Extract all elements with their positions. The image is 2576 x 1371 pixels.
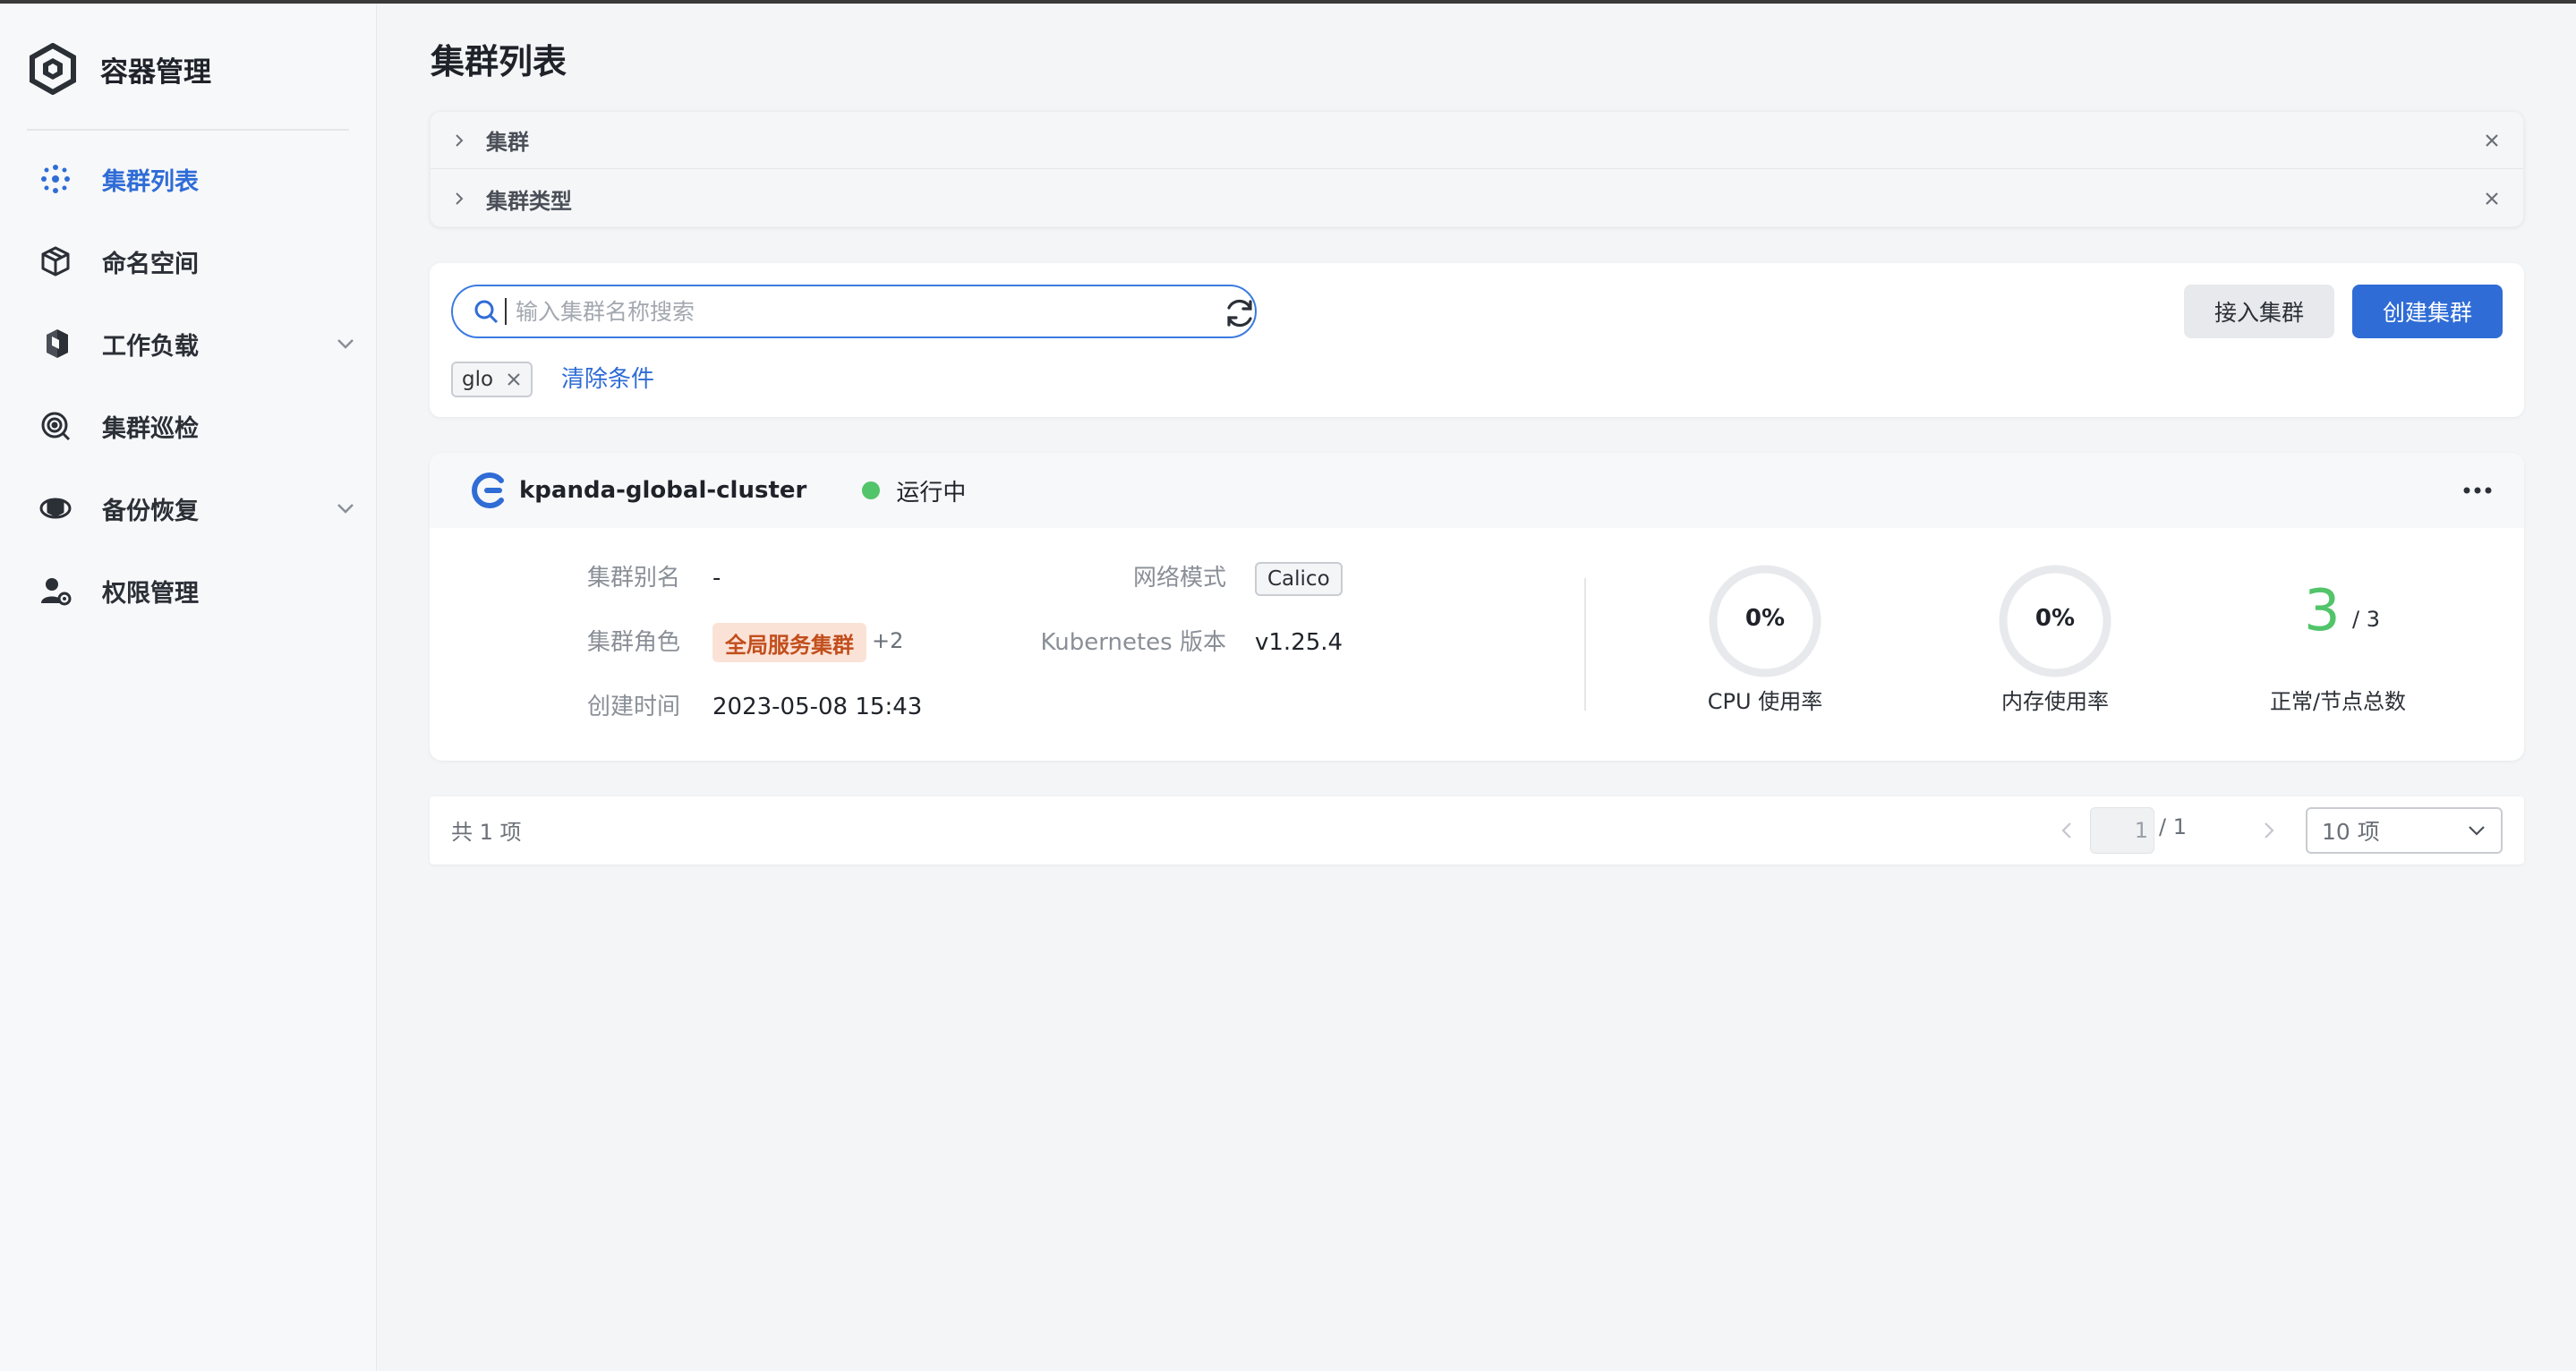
sidebar-item-permission[interactable]: 权限管理: [27, 549, 358, 632]
cpu-usage-value: 0%: [1744, 605, 1786, 632]
memory-usage-value: 0%: [2034, 605, 2076, 632]
cpu-gauge: 0%: [1706, 562, 1824, 680]
cluster-status: 运行中: [896, 479, 967, 507]
k8s-version-value: v1.25.4: [1255, 629, 1343, 656]
page-number-input[interactable]: [2090, 807, 2154, 854]
create-cluster-button[interactable]: 创建集群: [2352, 285, 2503, 338]
close-icon[interactable]: [506, 371, 522, 387]
filter-label: 集群类型: [486, 188, 572, 214]
close-icon[interactable]: [2482, 131, 2502, 150]
sidebar-item-label: 集群列表: [102, 167, 199, 196]
search-icon: [474, 300, 499, 324]
toolbar: 接入集群 创建集群 glo 清除条件: [430, 263, 2524, 417]
alias-value: -: [712, 565, 721, 592]
alias-label: 集群别名: [586, 565, 680, 592]
user-permission-icon: [36, 571, 75, 610]
top-border: [0, 0, 2576, 4]
sidebar: 容器管理 集群列表 命名空间 工作负载 集群巡检 备份恢复 权限管理: [0, 4, 377, 1371]
nodes-label: 正常/节点总数: [2269, 689, 2407, 714]
status-indicator: [862, 481, 881, 499]
nodes-total-count: / 3: [2352, 607, 2380, 632]
sidebar-item-workload[interactable]: 工作负载: [27, 302, 358, 385]
cluster-logo-icon: [472, 473, 504, 508]
cluster-icon: [36, 159, 75, 199]
role-badge: 全局服务集群: [712, 623, 866, 662]
chevron-down-icon[interactable]: [333, 331, 358, 356]
memory-gauge: 0%: [1996, 562, 2114, 680]
workload-icon: [36, 324, 75, 363]
chevron-right-icon[interactable]: [450, 190, 468, 208]
sidebar-divider: [27, 129, 349, 131]
sidebar-item-inspection[interactable]: 集群巡检: [27, 385, 358, 467]
page-size-select[interactable]: 10 项: [2306, 807, 2503, 854]
nodes-ready-count: 3: [2304, 578, 2341, 644]
sidebar-nav: 集群列表 命名空间 工作负载 集群巡检 备份恢复 权限管理: [27, 138, 358, 632]
filter-label: 集群: [486, 130, 529, 155]
k8s-version-label: Kubernetes 版本: [1040, 629, 1226, 656]
chevron-right-icon[interactable]: [450, 132, 468, 149]
network-badge: Calico: [1255, 562, 1343, 596]
chevron-right-icon[interactable]: [2256, 818, 2281, 843]
more-icon[interactable]: [2460, 476, 2495, 505]
memory-usage-label: 内存使用率: [2001, 689, 2109, 714]
filter-panel: 集群 集群类型: [430, 111, 2524, 227]
sidebar-item-label: 命名空间: [102, 250, 199, 278]
filter-tag: glo: [451, 362, 533, 397]
chevron-left-icon[interactable]: [2055, 818, 2080, 843]
sidebar-item-namespace[interactable]: 命名空间: [27, 220, 358, 302]
sidebar-item-backup[interactable]: 备份恢复: [27, 467, 358, 549]
filter-row-cluster[interactable]: 集群: [431, 112, 2523, 169]
sidebar-item-label: 权限管理: [102, 579, 199, 608]
page-size-value: 10 项: [2322, 819, 2380, 845]
sidebar-item-cluster-list[interactable]: 集群列表: [27, 138, 358, 220]
connect-cluster-button[interactable]: 接入集群: [2184, 285, 2334, 338]
container-logo-icon: [30, 43, 76, 95]
page-total: / 1: [2159, 814, 2187, 839]
close-icon[interactable]: [2482, 189, 2502, 209]
chevron-down-icon: [2469, 826, 2485, 836]
cluster-name[interactable]: kpanda-global-cluster: [519, 477, 806, 504]
page-title: 集群列表: [431, 42, 567, 81]
clear-conditions-link[interactable]: 清除条件: [561, 360, 654, 399]
chevron-down-icon[interactable]: [333, 496, 358, 521]
role-more-count[interactable]: +2: [872, 628, 903, 653]
cube-icon: [36, 242, 75, 281]
total-count: 共 1 项: [451, 820, 522, 845]
app-title: 容器管理: [100, 55, 211, 89]
brand: 容器管理: [29, 39, 211, 98]
search-box[interactable]: [451, 285, 1257, 338]
inspection-icon: [36, 406, 75, 446]
sidebar-item-label: 集群巡检: [102, 414, 199, 443]
network-label: 网络模式: [1132, 565, 1226, 592]
cpu-usage-label: CPU 使用率: [1707, 689, 1823, 714]
sidebar-item-label: 备份恢复: [102, 497, 199, 525]
cluster-card-header: kpanda-global-cluster 运行中: [430, 453, 2524, 528]
filter-row-cluster-type[interactable]: 集群类型: [431, 170, 2523, 227]
refresh-icon[interactable]: [1220, 294, 1259, 333]
backup-icon: [36, 489, 75, 528]
filter-tag-label: glo: [462, 368, 494, 391]
created-value: 2023-05-08 15:43: [712, 694, 923, 720]
pagination: 共 1 项 / 1 10 项: [430, 796, 2524, 864]
text-caret: [505, 298, 507, 325]
divider: [1584, 578, 1586, 711]
created-label: 创建时间: [586, 694, 680, 720]
sidebar-item-label: 工作负载: [102, 332, 199, 361]
cluster-card: kpanda-global-cluster 运行中 集群别名 - 集群角色 全局…: [430, 453, 2524, 761]
role-label: 集群角色: [586, 629, 680, 656]
search-input[interactable]: [516, 298, 1214, 325]
